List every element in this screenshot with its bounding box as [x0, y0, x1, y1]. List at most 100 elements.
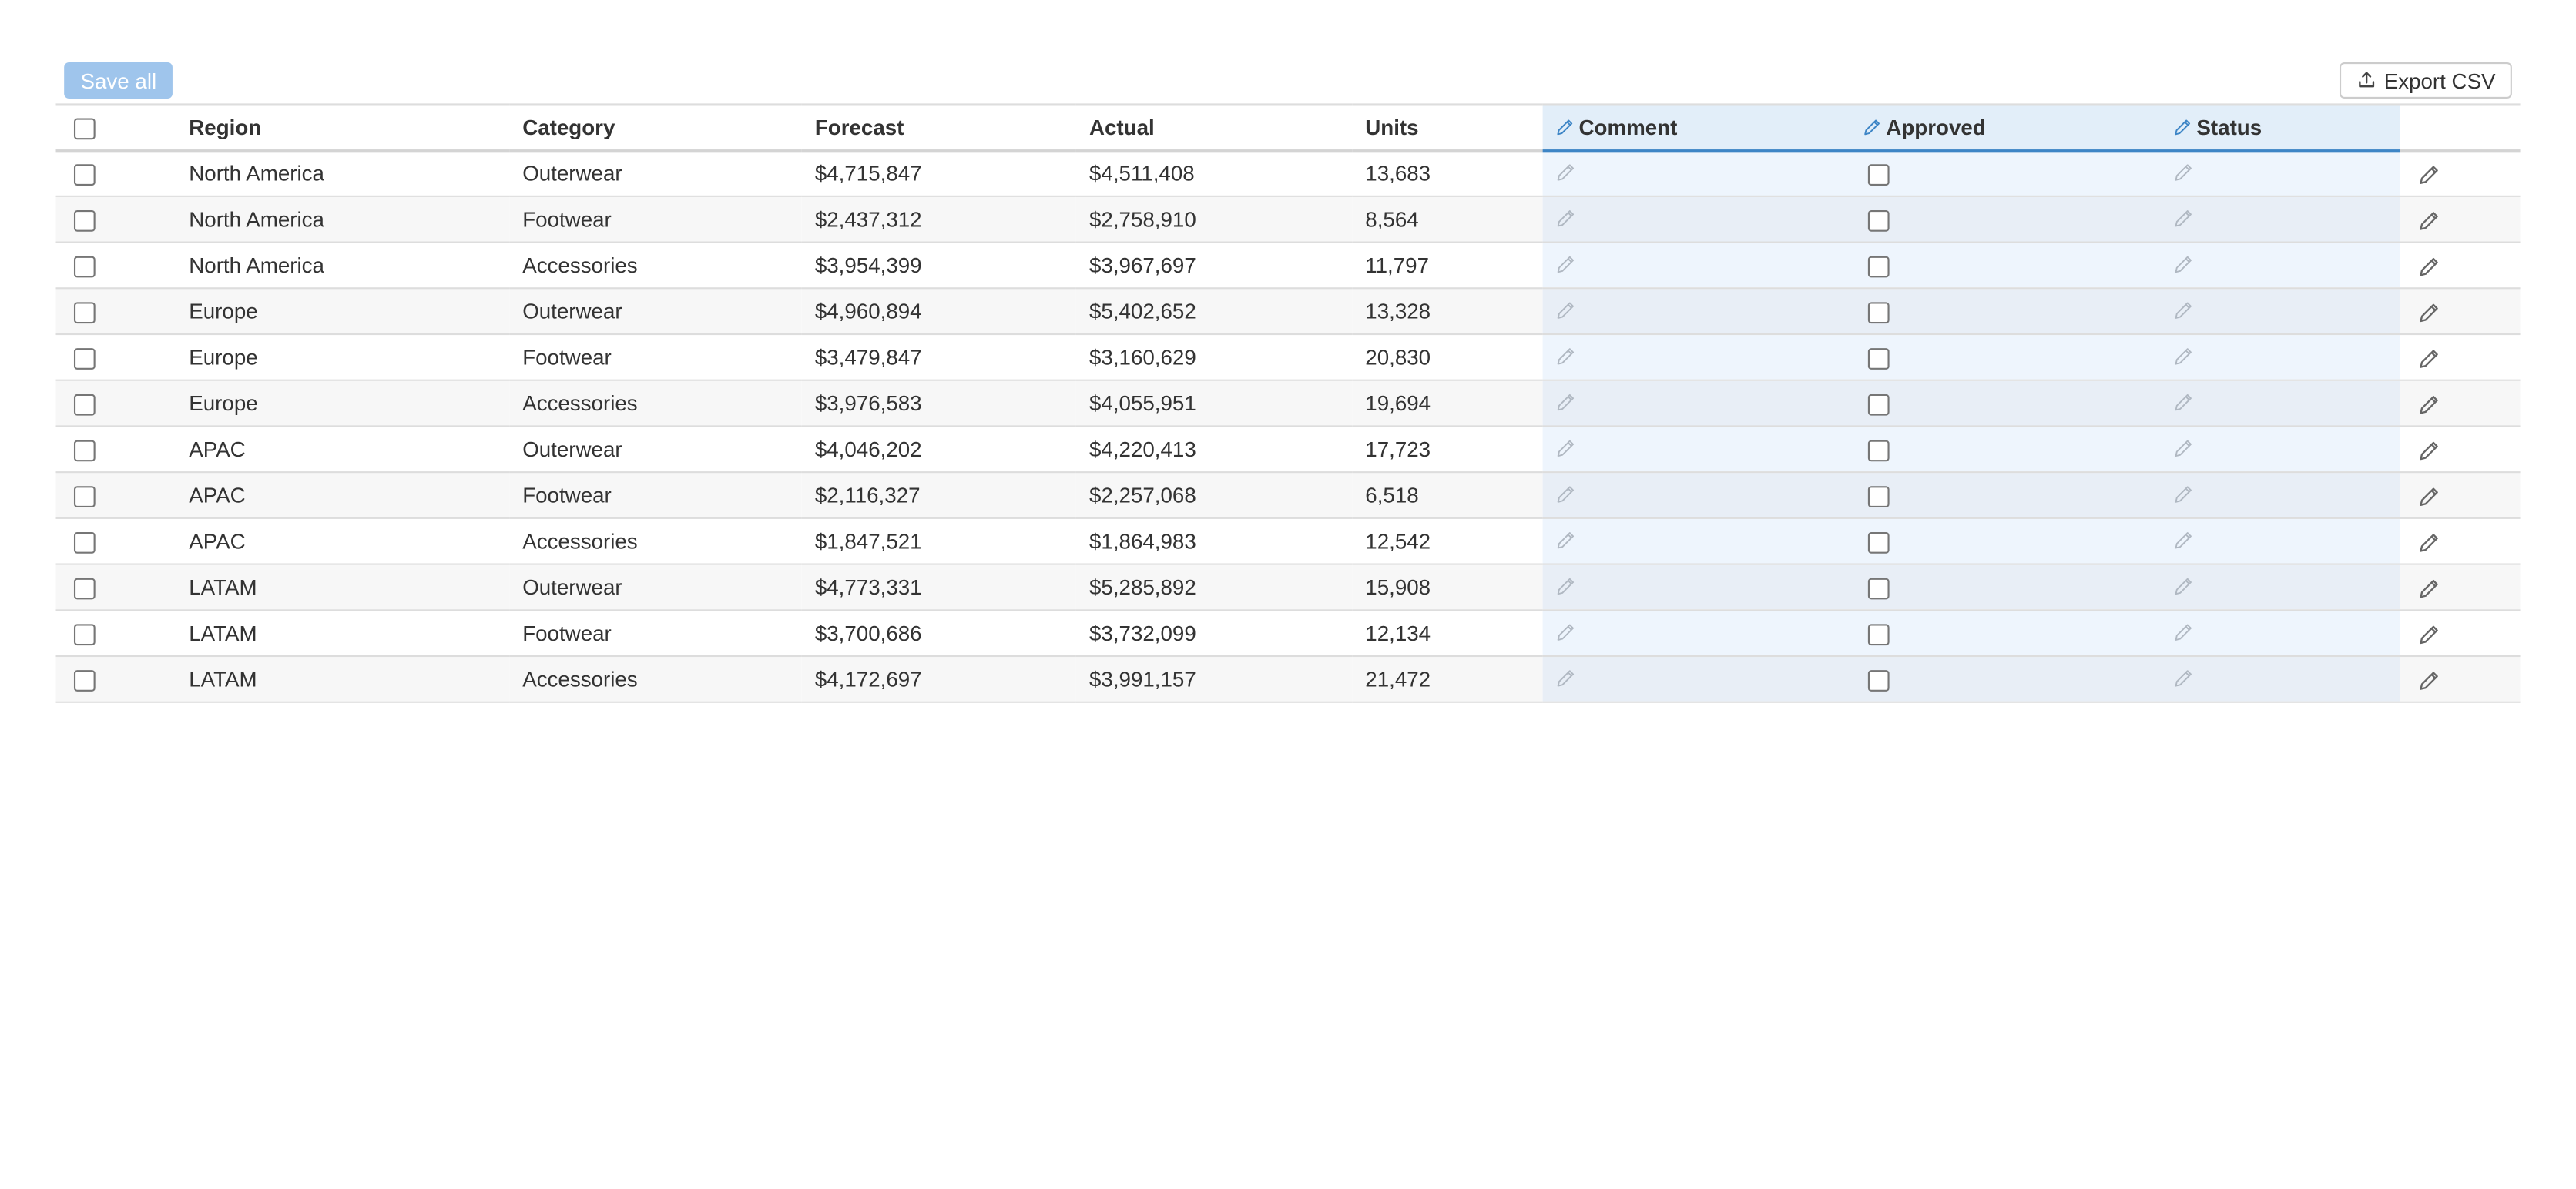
column-header-actions [2400, 103, 2521, 152]
comment-cell[interactable] [1542, 656, 1850, 703]
approved-checkbox[interactable] [1867, 670, 1890, 692]
units-cell: 13,328 [1352, 288, 1543, 336]
table-row[interactable]: Europe Footwear $3,479,847 $3,160,629 20,830 [55, 334, 2521, 381]
status-cell[interactable] [2160, 288, 2400, 336]
edit-row-icon[interactable] [2418, 394, 2440, 416]
save-all-button[interactable]: Save all [64, 62, 173, 99]
row-select-checkbox[interactable] [73, 532, 96, 554]
comment-cell[interactable] [1542, 334, 1850, 381]
edit-row-icon[interactable] [2418, 532, 2440, 554]
row-select-checkbox[interactable] [73, 578, 96, 600]
row-select-checkbox[interactable] [73, 624, 96, 646]
row-select-checkbox[interactable] [73, 670, 96, 692]
edit-row-icon[interactable] [2418, 210, 2440, 232]
table-row[interactable]: APAC Footwear $2,116,327 $2,257,068 6,518 [55, 472, 2521, 519]
column-header-approved[interactable]: Approved [1850, 103, 2161, 152]
approved-cell [1850, 517, 2161, 565]
forecast-cell: $4,960,894 [801, 288, 1076, 336]
select-all-checkbox[interactable] [73, 118, 96, 139]
table-row[interactable]: North America Footwear $2,437,312 $2,758,91… [55, 196, 2521, 243]
row-select-checkbox[interactable] [73, 256, 96, 278]
edit-row-icon[interactable] [2418, 624, 2440, 645]
status-cell[interactable] [2160, 150, 2400, 197]
edit-row-icon[interactable] [2418, 440, 2440, 462]
edit-row-icon[interactable] [2418, 348, 2440, 370]
approved-checkbox[interactable] [1867, 440, 1890, 462]
approved-checkbox[interactable] [1867, 532, 1890, 554]
approved-checkbox[interactable] [1867, 394, 1890, 416]
comment-cell[interactable] [1542, 380, 1850, 427]
row-select-checkbox[interactable] [73, 440, 96, 462]
status-cell[interactable] [2160, 334, 2400, 381]
approved-checkbox[interactable] [1867, 624, 1890, 646]
edit-row-icon[interactable] [2418, 578, 2440, 600]
comment-cell[interactable] [1542, 150, 1850, 197]
category-cell: Accessories [509, 656, 802, 703]
actual-cell: $2,758,910 [1075, 196, 1353, 243]
export-csv-button[interactable]: Export CSV [2340, 62, 2512, 99]
comment-cell[interactable] [1542, 196, 1850, 243]
column-header-category[interactable]: Category [509, 103, 802, 152]
approved-checkbox[interactable] [1867, 256, 1890, 278]
status-cell[interactable] [2160, 517, 2400, 565]
comment-cell[interactable] [1542, 610, 1850, 658]
table-row[interactable]: LATAM Outerwear $4,773,331 $5,285,892 15,908 [55, 564, 2521, 611]
status-cell[interactable] [2160, 426, 2400, 474]
table-row[interactable]: North America Outerwear $4,715,847 $4,511,4… [55, 150, 2521, 197]
column-header-status[interactable]: Status [2160, 103, 2400, 152]
table-row[interactable]: Europe Outerwear $4,960,894 $5,402,652 13,32… [55, 288, 2521, 336]
comment-cell[interactable] [1542, 242, 1850, 290]
row-actions-cell [2400, 242, 2521, 290]
edit-row-icon[interactable] [2418, 165, 2440, 186]
region-cell: Europe [176, 288, 510, 336]
approved-checkbox[interactable] [1867, 302, 1890, 324]
table-row[interactable]: APAC Outerwear $4,046,202 $4,220,413 17,723 [55, 426, 2521, 474]
pencil-icon [1556, 116, 1574, 135]
row-select-checkbox[interactable] [73, 394, 96, 416]
status-cell[interactable] [2160, 380, 2400, 427]
column-header-units[interactable]: Units [1352, 103, 1543, 152]
column-header-region[interactable]: Region [176, 103, 510, 152]
table-row[interactable]: LATAM Footwear $3,700,686 $3,732,099 12,134 [55, 610, 2521, 658]
row-select-checkbox[interactable] [73, 210, 96, 232]
comment-cell[interactable] [1542, 426, 1850, 474]
status-cell[interactable] [2160, 564, 2400, 611]
status-cell[interactable] [2160, 610, 2400, 658]
edit-row-icon[interactable] [2418, 302, 2440, 323]
approved-checkbox[interactable] [1867, 578, 1890, 600]
approved-checkbox[interactable] [1867, 486, 1890, 508]
comment-cell[interactable] [1542, 564, 1850, 611]
status-cell[interactable] [2160, 656, 2400, 703]
table-row[interactable]: Europe Accessories $3,976,583 $4,055,951 19,… [55, 380, 2521, 427]
row-select-checkbox[interactable] [73, 486, 96, 508]
comment-cell[interactable] [1542, 517, 1850, 565]
comment-cell[interactable] [1542, 472, 1850, 519]
actual-cell: $1,864,983 [1075, 517, 1353, 565]
actual-cell: $3,967,697 [1075, 242, 1353, 290]
pencil-icon [2174, 255, 2194, 275]
table-row[interactable]: APAC Accessories $1,847,521 $1,864,983 12,54… [55, 517, 2521, 565]
column-header-status-label: Status [2196, 114, 2262, 139]
row-select-checkbox[interactable] [73, 302, 96, 324]
edit-row-icon[interactable] [2418, 256, 2440, 278]
status-cell[interactable] [2160, 196, 2400, 243]
row-select-checkbox[interactable] [73, 164, 96, 186]
column-header-actual[interactable]: Actual [1075, 103, 1353, 152]
table-row[interactable]: LATAM Accessories $4,172,697 $3,991,157 21,4… [55, 656, 2521, 703]
column-header-forecast[interactable]: Forecast [801, 103, 1076, 152]
pencil-icon [2174, 622, 2194, 642]
edit-row-icon[interactable] [2418, 486, 2440, 507]
units-cell: 12,542 [1352, 517, 1543, 565]
approved-checkbox[interactable] [1867, 164, 1890, 186]
status-cell[interactable] [2160, 472, 2400, 519]
forecast-cell: $4,046,202 [801, 426, 1076, 474]
edit-row-icon[interactable] [2418, 670, 2440, 692]
pencil-icon [2174, 393, 2194, 413]
approved-checkbox[interactable] [1867, 348, 1890, 370]
column-header-comment[interactable]: Comment [1542, 103, 1850, 152]
status-cell[interactable] [2160, 242, 2400, 290]
approved-checkbox[interactable] [1867, 210, 1890, 232]
comment-cell[interactable] [1542, 288, 1850, 336]
table-row[interactable]: North America Accessories $3,954,399 $3,967… [55, 242, 2521, 290]
row-select-checkbox[interactable] [73, 348, 96, 370]
